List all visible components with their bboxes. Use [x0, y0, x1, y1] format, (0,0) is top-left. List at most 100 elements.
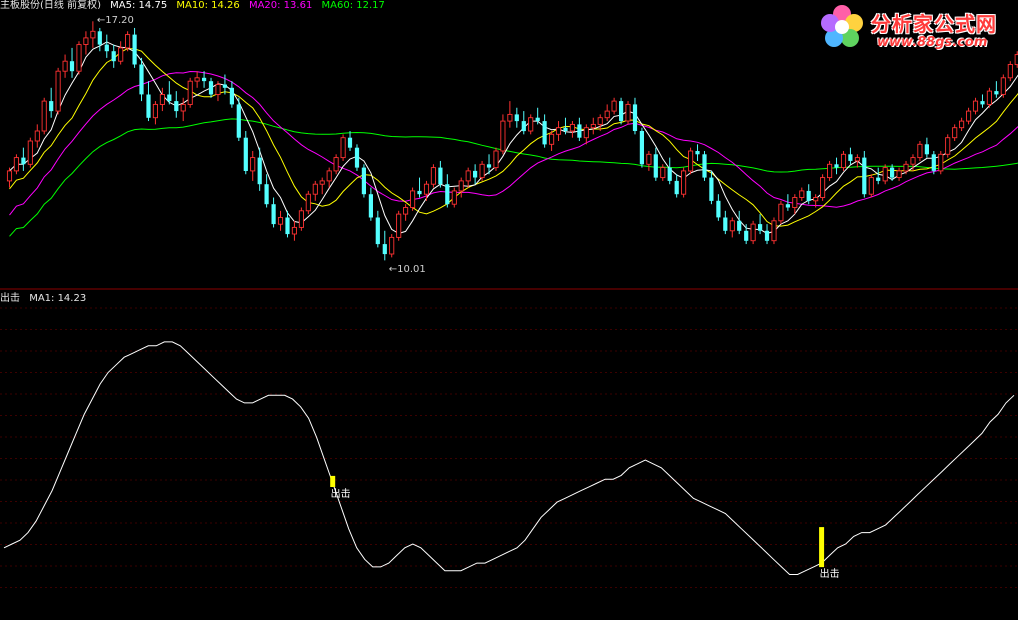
candle: [389, 234, 395, 258]
candle: [625, 101, 631, 125]
candle-body: [604, 110, 610, 119]
candle-body: [305, 193, 311, 212]
candle-body: [319, 180, 325, 185]
candle: [97, 27, 102, 52]
candle: [688, 147, 694, 175]
candle: [924, 137, 929, 158]
candle-body: [702, 154, 707, 178]
candle: [41, 97, 47, 135]
candle: [750, 220, 756, 245]
candle-body: [215, 84, 221, 95]
candle-body: [583, 127, 589, 139]
candle: [208, 77, 214, 98]
indicator-name: 出击: [0, 293, 20, 304]
candle-body: [139, 64, 144, 95]
candle-body: [792, 197, 798, 208]
stock-chart-window: 主板股份(日线 前复权) MA5: 14.75 MA10: 14.26 MA20…: [0, 0, 1018, 620]
candle-body: [111, 51, 116, 62]
candle-body: [764, 230, 770, 241]
ma5-value: MA5: 14.75: [110, 0, 168, 9]
signal-label: 出击: [819, 569, 840, 581]
candle-body: [521, 121, 526, 132]
candle-body: [840, 153, 847, 169]
candle-body: [285, 217, 290, 235]
candle-body: [438, 167, 443, 185]
candle-body: [1000, 77, 1006, 95]
candle-body: [257, 157, 262, 185]
candle: [994, 81, 999, 98]
candle-body: [903, 163, 909, 172]
candle-body: [486, 164, 492, 168]
candle: [159, 87, 165, 112]
candle: [799, 187, 805, 201]
candle-body: [222, 84, 227, 88]
candle: [69, 47, 75, 78]
candle-body: [167, 94, 172, 102]
candle-body: [660, 167, 666, 179]
candle: [55, 67, 61, 115]
candle: [152, 101, 158, 125]
chart-canvas[interactable]: [0, 0, 1018, 620]
candle-body: [396, 213, 402, 238]
candle: [702, 150, 707, 181]
candle: [778, 200, 784, 225]
candle-body: [590, 123, 596, 129]
candle: [966, 107, 972, 125]
candle-body: [403, 207, 409, 215]
candle: [139, 57, 144, 102]
candle: [479, 160, 485, 181]
stock-title: 主板股份(日线 前复权): [0, 0, 101, 9]
candle: [21, 147, 26, 171]
signal-bar: [819, 527, 825, 568]
candle: [639, 127, 644, 168]
ma10-value: MA10: 14.26: [176, 0, 240, 9]
candle-body: [473, 170, 478, 178]
candle-body: [382, 244, 387, 255]
candle: [458, 177, 464, 198]
candle: [305, 190, 311, 215]
candle: [410, 187, 416, 211]
candle: [882, 164, 888, 185]
candle: [417, 177, 422, 198]
candle: [521, 111, 526, 135]
candle: [771, 217, 777, 245]
candle: [354, 144, 360, 171]
candle: [215, 81, 221, 102]
candle-body: [952, 127, 958, 139]
candle: [903, 160, 909, 175]
candle-body: [820, 177, 826, 198]
candle-body: [174, 101, 179, 112]
candle-body: [674, 180, 679, 195]
candle-body: [49, 101, 54, 112]
candle-body: [966, 110, 972, 122]
candle-body: [493, 150, 499, 169]
candle: [312, 180, 318, 201]
candle-body: [862, 157, 867, 195]
candle: [340, 134, 346, 161]
candle: [972, 97, 979, 115]
candle-body: [882, 167, 888, 182]
candle: [445, 174, 450, 208]
candle-body: [758, 224, 763, 231]
candle-body: [34, 130, 40, 142]
candle-body: [125, 34, 131, 49]
candle-body: [62, 60, 68, 72]
candle: [840, 150, 847, 171]
ma10-line: [9, 48, 1018, 227]
candle: [834, 157, 839, 175]
candle: [423, 180, 430, 201]
candle: [298, 207, 304, 231]
candle: [430, 164, 436, 188]
candle-body: [653, 154, 658, 178]
candle-body: [97, 31, 102, 45]
candle-body: [723, 217, 728, 231]
candle-body: [104, 44, 109, 52]
candle: [667, 157, 672, 185]
candle-body: [646, 153, 652, 165]
candle-body: [910, 157, 916, 165]
candle: [827, 160, 833, 181]
candle-body: [896, 170, 902, 178]
candle-body: [619, 101, 624, 122]
candle-body: [202, 77, 207, 82]
candle: [118, 41, 124, 65]
